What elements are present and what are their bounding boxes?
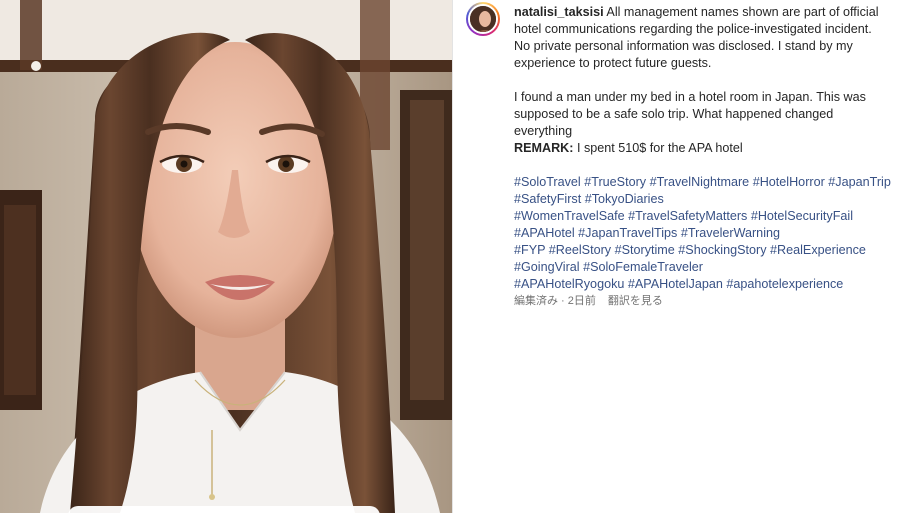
hashtag-link[interactable]: #TravelNightmare — [650, 175, 750, 189]
hashtag-link[interactable]: #TrueStory — [584, 175, 646, 189]
hashtag-link[interactable]: #TravelSafetyMatters — [628, 209, 747, 223]
hashtag-link[interactable]: #APAHotelRyogoku — [514, 277, 624, 291]
story-line: everything — [514, 124, 573, 138]
caption-line: No private personal information was disc… — [514, 39, 853, 53]
post-caption: natalisi_taksisi All management names sh… — [514, 4, 906, 309]
hashtag-link[interactable]: #Storytime — [615, 243, 675, 257]
hashtag-link[interactable]: #SoloTravel — [514, 175, 581, 189]
hashtag-link[interactable]: #GoingViral — [514, 260, 580, 274]
hashtag-line: #GoingViral #SoloFemaleTraveler — [514, 259, 906, 276]
hashtag-link[interactable]: #JapanTravelTips — [578, 226, 677, 240]
post-meta: 編集済み · 2日前 翻訳を見る — [514, 293, 906, 309]
hashtag-link[interactable]: #FYP — [514, 243, 545, 257]
remark-text: I spent 510$ for the APA hotel — [573, 141, 743, 155]
hashtag-link[interactable]: #SoloFemaleTraveler — [583, 260, 703, 274]
hashtag-link[interactable]: #ShockingStory — [678, 243, 766, 257]
hashtag-line: #FYP #ReelStory #Storytime #ShockingStor… — [514, 242, 906, 259]
hashtag-link[interactable]: #RealExperience — [770, 243, 866, 257]
caption-line: natalisi_taksisi All management names sh… — [514, 4, 906, 21]
hashtag-link[interactable]: #apahotelexperience — [726, 277, 843, 291]
hashtag-line: #APAHotelRyogoku #APAHotelJapan #apahote… — [514, 276, 906, 293]
hashtag-link[interactable]: #TokyoDiaries — [585, 192, 664, 206]
hashtag-link[interactable]: #SafetyFirst — [514, 192, 581, 206]
hashtag-link[interactable]: #APAHotel — [514, 226, 575, 240]
caption-text: All management names shown are part of o… — [606, 5, 879, 19]
hashtag-line: #SoloTravel #TrueStory #TravelNightmare … — [514, 174, 906, 191]
hashtag-line: #SafetyFirst #TokyoDiaries — [514, 191, 906, 208]
hashtag-link[interactable]: #HotelHorror — [753, 175, 825, 189]
hashtag-link[interactable]: #TravelerWarning — [681, 226, 780, 240]
caption-panel: natalisi_taksisi All management names sh… — [466, 0, 906, 513]
video-frame[interactable] — [0, 0, 452, 513]
profile-photo-icon — [470, 6, 496, 32]
hashtag-line: #WomenTravelSafe #TravelSafetyMatters #H… — [514, 208, 906, 225]
hashtag-link[interactable]: #ReelStory — [549, 243, 611, 257]
hashtag-link[interactable]: #WomenTravelSafe — [514, 209, 625, 223]
hashtag-link[interactable]: #HotelSecurityFail — [751, 209, 853, 223]
panel-divider — [452, 0, 453, 513]
translate-link[interactable]: 翻訳を見る — [608, 295, 663, 307]
edited-timestamp: 編集済み · 2日前 — [514, 295, 596, 307]
hashtag-link[interactable]: #APAHotelJapan — [628, 277, 723, 291]
hashtag-block: #SoloTravel #TrueStory #TravelNightmare … — [514, 174, 906, 293]
remark-line: REMARK: I spent 510$ for the APA hotel — [514, 140, 906, 157]
remark-label: REMARK: — [514, 141, 574, 155]
story-line: supposed to be a safe solo trip. What ha… — [514, 107, 834, 121]
caption-line: experience to protect future guests. — [514, 56, 712, 70]
video-still — [0, 0, 452, 513]
avatar-image — [468, 4, 498, 34]
hashtag-link[interactable]: #JapanTrip — [828, 175, 891, 189]
hashtag-line: #APAHotel #JapanTravelTips #TravelerWarn… — [514, 225, 906, 242]
username-link[interactable]: natalisi_taksisi — [514, 5, 604, 19]
caption-line: hotel communications regarding the polic… — [514, 22, 872, 36]
story-line: I found a man under my bed in a hotel ro… — [514, 90, 866, 104]
avatar[interactable] — [466, 2, 500, 36]
